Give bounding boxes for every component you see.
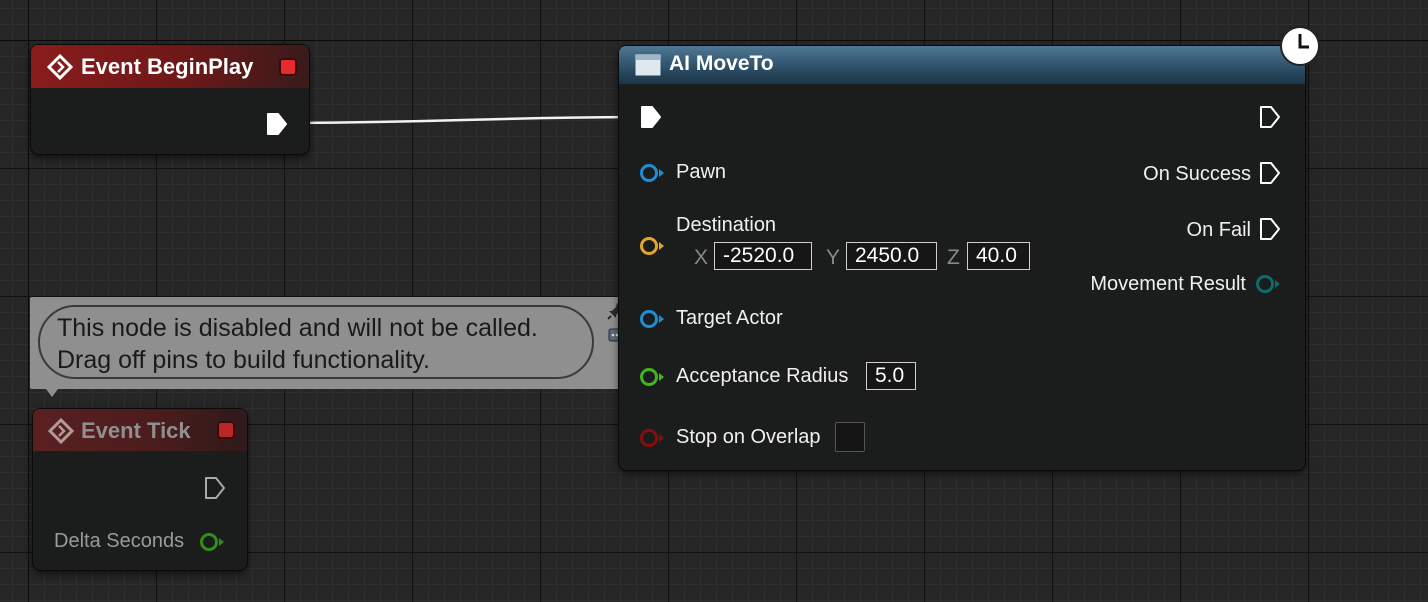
- event-diamond-icon: [48, 418, 74, 444]
- exec-input-pin[interactable]: [639, 104, 663, 130]
- event-beginplay-node[interactable]: Event BeginPlay: [31, 45, 309, 154]
- node-title: Event BeginPlay: [81, 54, 254, 79]
- y-axis-label: Y: [826, 246, 841, 269]
- comment-pointer: [46, 389, 58, 397]
- event-beginplay-header[interactable]: Event BeginPlay: [31, 45, 309, 88]
- event-tick-node[interactable]: Event Tick Delta Seconds: [33, 409, 247, 570]
- target-actor-pin[interactable]: [639, 308, 665, 330]
- delta-seconds-label: Delta Seconds: [54, 530, 185, 552]
- stop-square-icon: [278, 57, 298, 77]
- ai-moveto-node[interactable]: AI MoveTo Pawn Destination X -2520.0 Y 2…: [619, 46, 1305, 470]
- exec-output-pin[interactable]: [1258, 104, 1282, 130]
- exec-output-pin[interactable]: [203, 475, 227, 501]
- exec-output-pin[interactable]: [265, 111, 289, 137]
- destination-pin[interactable]: [639, 235, 665, 257]
- movement-result-pin[interactable]: [1255, 273, 1281, 295]
- comment-line-1: This node is disabled and will not be ca…: [57, 314, 538, 342]
- target-actor-label: Target Actor: [676, 307, 783, 329]
- event-diamond-icon: [47, 54, 73, 80]
- delta-seconds-pin[interactable]: [199, 531, 225, 553]
- comment-line-2: Drag off pins to build functionality.: [57, 346, 430, 374]
- x-axis-label: X: [694, 246, 709, 269]
- z-axis-label: Z: [947, 246, 960, 269]
- destination-y-field[interactable]: 2450.0: [846, 242, 937, 270]
- disabled-comment[interactable]: This node is disabled and will not be ca…: [30, 297, 632, 397]
- function-icon: [634, 52, 662, 78]
- destination-x-field[interactable]: -2520.0: [714, 242, 812, 270]
- pawn-pin[interactable]: [639, 162, 665, 184]
- stop-on-overlap-pin[interactable]: [639, 427, 665, 449]
- ai-moveto-header[interactable]: AI MoveTo: [619, 46, 1305, 84]
- acceptance-radius-pin[interactable]: [639, 366, 665, 388]
- on-success-pin[interactable]: [1258, 160, 1282, 186]
- latent-clock-icon: [1279, 25, 1321, 67]
- stop-on-overlap-checkbox[interactable]: [835, 422, 865, 452]
- pawn-label: Pawn: [676, 161, 727, 183]
- comment-text-bubble: This node is disabled and will not be ca…: [38, 305, 594, 379]
- destination-label: Destination: [676, 214, 777, 236]
- acceptance-radius-field[interactable]: 5.0: [866, 362, 916, 390]
- acceptance-radius-label: Acceptance Radius: [676, 365, 849, 387]
- node-title: Event Tick: [81, 418, 191, 443]
- on-success-label: On Success: [1143, 163, 1251, 185]
- stop-on-overlap-label: Stop on Overlap: [676, 426, 821, 448]
- stop-square-icon: [216, 420, 236, 440]
- event-tick-header[interactable]: Event Tick: [33, 409, 247, 451]
- movement-result-label: Movement Result: [1090, 273, 1246, 295]
- on-fail-pin[interactable]: [1258, 216, 1282, 242]
- on-fail-label: On Fail: [1186, 219, 1251, 241]
- node-title: AI MoveTo: [669, 52, 774, 75]
- destination-z-field[interactable]: 40.0: [967, 242, 1030, 270]
